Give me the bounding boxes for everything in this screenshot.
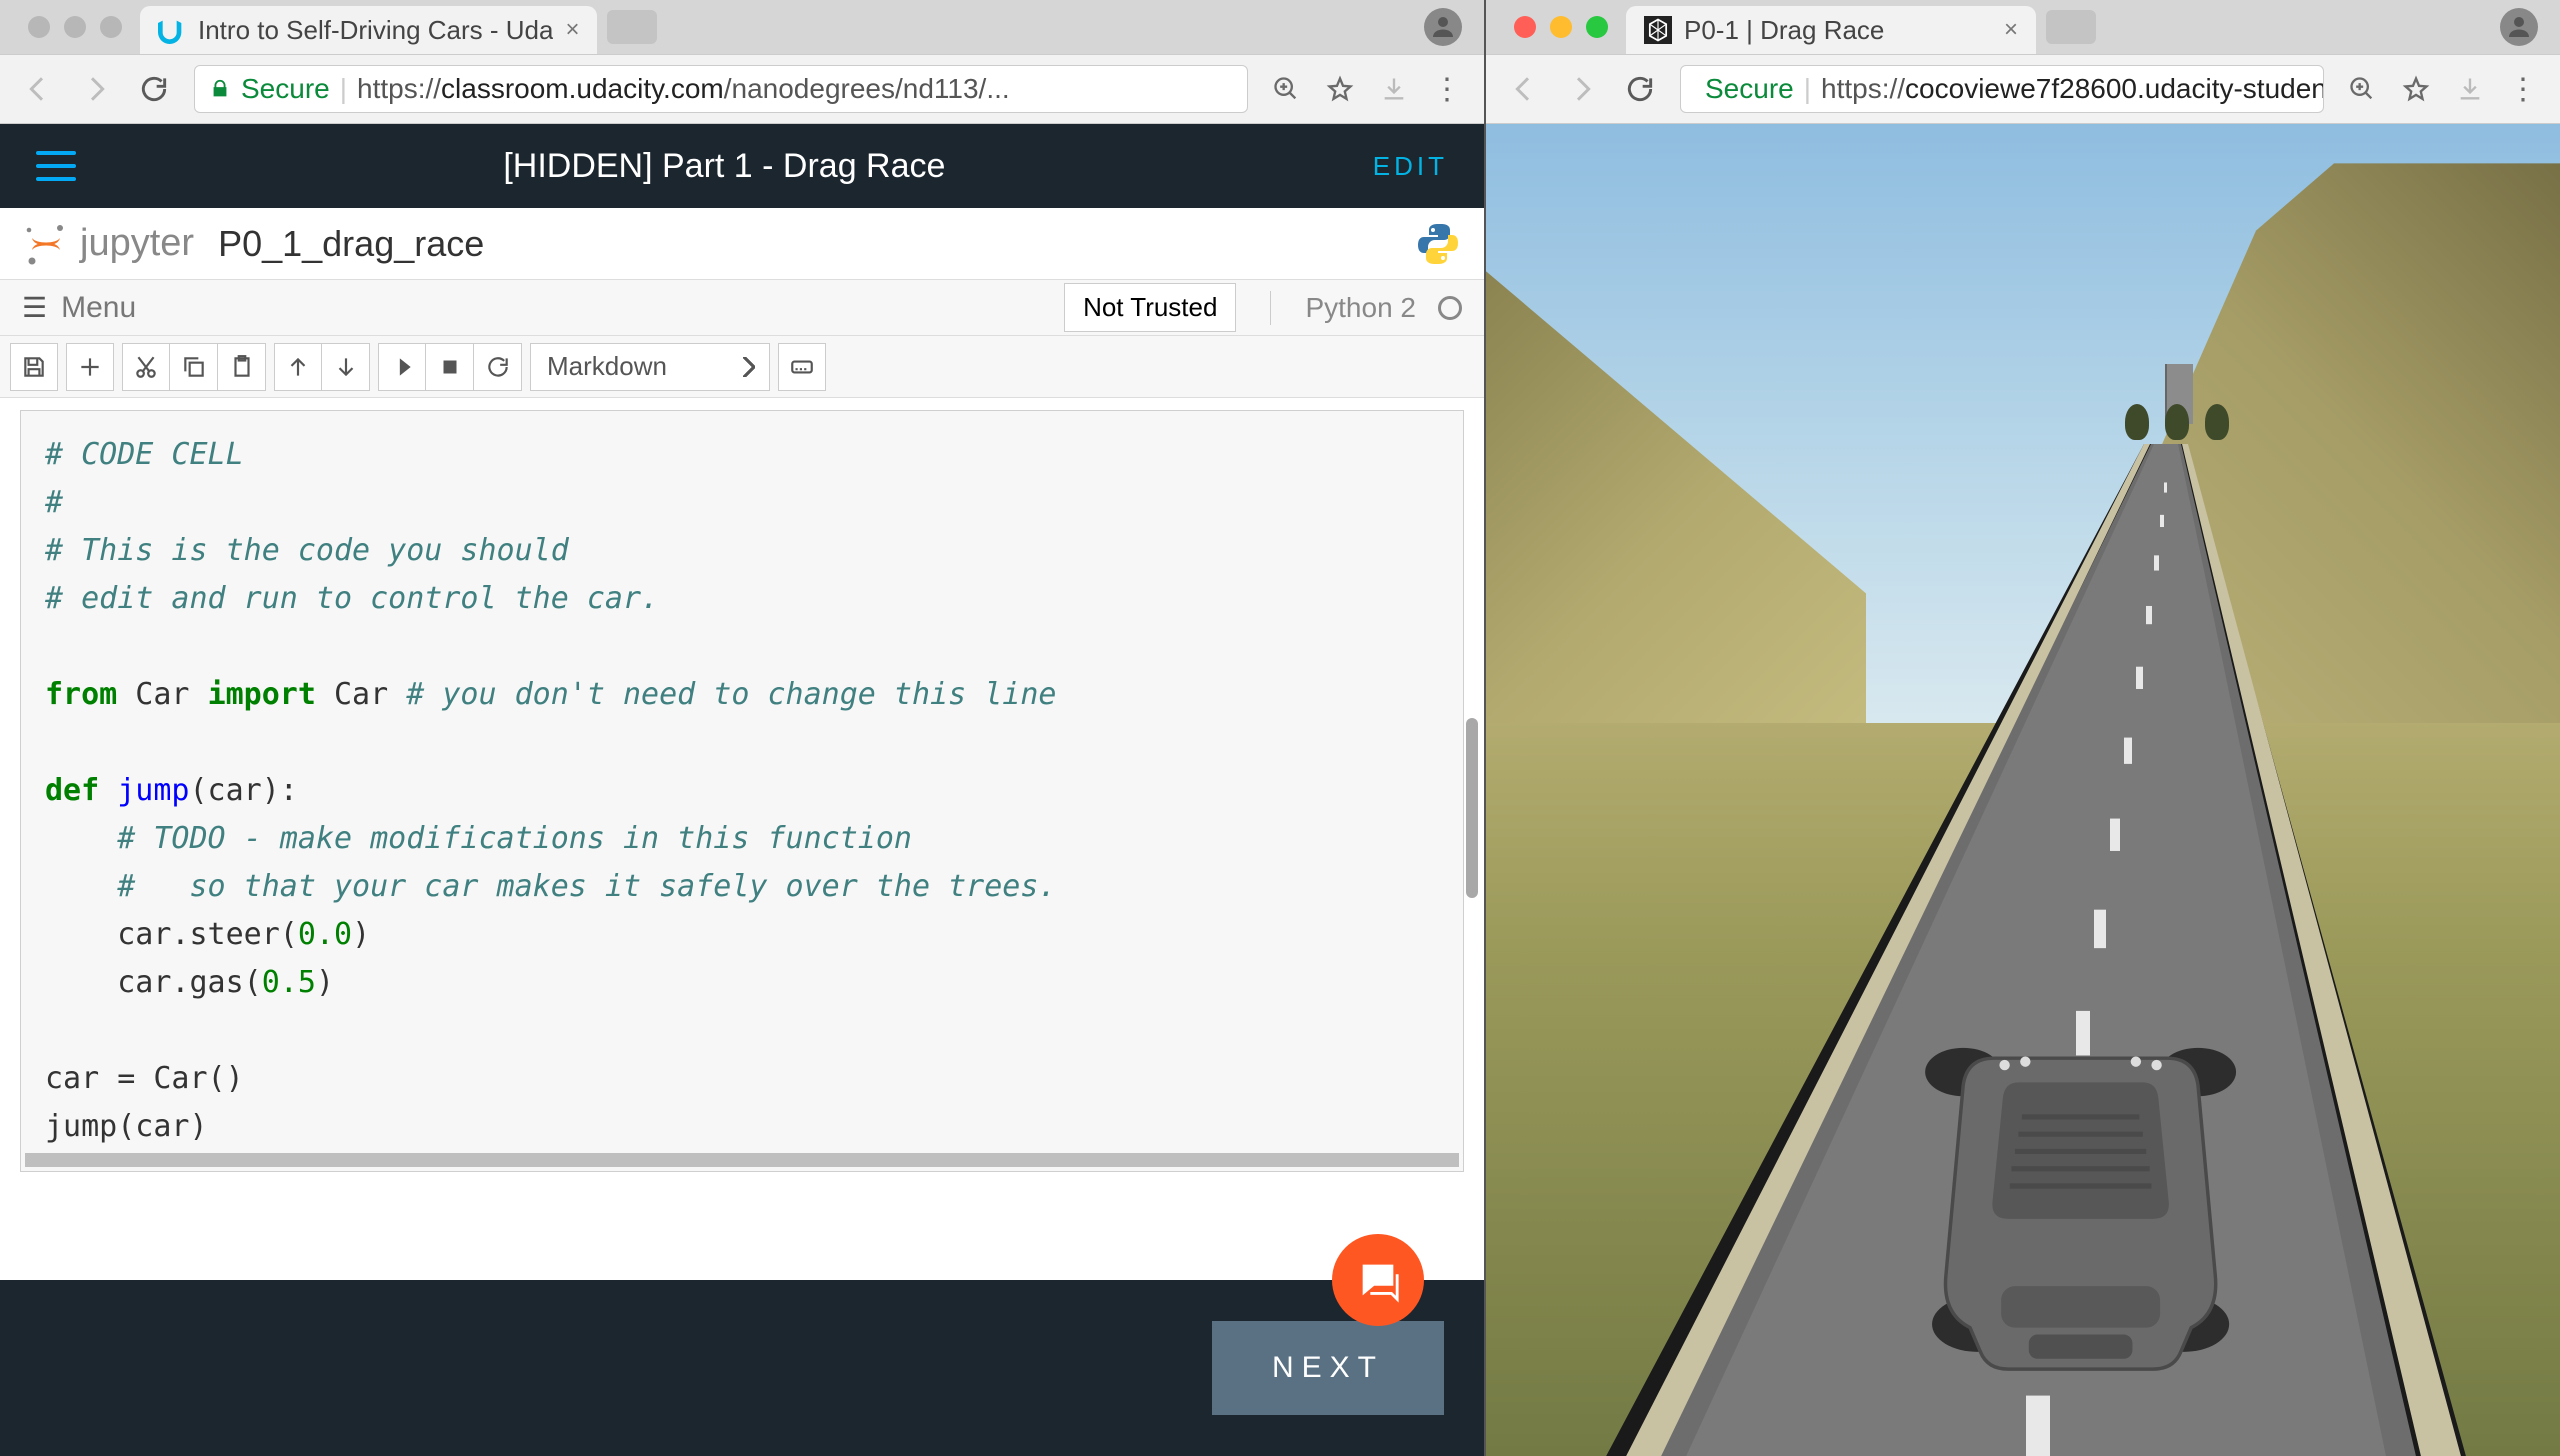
address-bar: Secure | https://cocoviewe7f28600.udacit… xyxy=(1486,54,2560,124)
left-browser-window: Intro to Self-Driving Cars - Uda × Secur… xyxy=(0,0,1486,1456)
copy-button[interactable] xyxy=(170,343,218,391)
command-palette-button[interactable] xyxy=(778,343,826,391)
restart-button[interactable] xyxy=(474,343,522,391)
tab-strip: P0-1 | Drag Race × xyxy=(1486,0,2560,54)
udacity-footer: NEXT xyxy=(0,1280,1484,1456)
player-car xyxy=(1901,996,2261,1376)
url-text: https://cocoviewe7f28600.udacity-student… xyxy=(1821,73,2324,105)
browser-tab-active[interactable]: Intro to Self-Driving Cars - Uda × xyxy=(140,6,597,54)
back-button[interactable] xyxy=(20,71,56,107)
notebook-name[interactable]: P0_1_drag_race xyxy=(218,223,484,265)
window-minimize[interactable] xyxy=(1550,16,1572,38)
right-browser-window: P0-1 | Drag Race × Secure | https://coco… xyxy=(1486,0,2560,1456)
window-maximize[interactable] xyxy=(1586,16,1608,38)
trust-button[interactable]: Not Trusted xyxy=(1064,283,1236,332)
browser-menu-icon[interactable]: ⋮ xyxy=(1432,72,1464,107)
cell-type-select[interactable]: Markdown xyxy=(530,343,770,391)
window-close[interactable] xyxy=(1514,16,1536,38)
window-controls xyxy=(10,16,140,38)
reload-button[interactable] xyxy=(136,71,172,107)
udacity-favicon-icon xyxy=(158,16,186,44)
simulator-viewport[interactable] xyxy=(1486,124,2560,1456)
browser-tab-active[interactable]: P0-1 | Drag Race × xyxy=(1626,6,2036,54)
forward-button[interactable] xyxy=(78,71,114,107)
zoom-icon[interactable] xyxy=(2346,73,2378,105)
download-icon[interactable] xyxy=(1378,73,1410,105)
kernel-status-icon xyxy=(1438,296,1462,320)
stop-button[interactable] xyxy=(426,343,474,391)
tab-title: P0-1 | Drag Race xyxy=(1684,15,1992,46)
move-down-button[interactable] xyxy=(322,343,370,391)
run-button[interactable] xyxy=(378,343,426,391)
address-bar: Secure | https://classroom.udacity.com/n… xyxy=(0,54,1484,124)
code-cell[interactable]: # CODE CELL # # This is the code you sho… xyxy=(20,410,1464,1172)
jupyter-logo-text: jupyter xyxy=(80,222,194,265)
back-button[interactable] xyxy=(1506,71,1542,107)
new-tab-button[interactable] xyxy=(2046,10,2096,44)
next-button[interactable]: NEXT xyxy=(1212,1321,1444,1415)
profile-avatar-icon[interactable] xyxy=(1424,8,1462,46)
profile-avatar-icon[interactable] xyxy=(2500,8,2538,46)
url-bar[interactable]: Secure | https://cocoviewe7f28600.udacit… xyxy=(1680,65,2324,113)
save-button[interactable] xyxy=(10,343,58,391)
menu-label[interactable]: Menu xyxy=(61,291,136,325)
unity-favicon-icon xyxy=(1644,16,1672,44)
menu-icon[interactable]: ☰ xyxy=(22,291,47,324)
new-tab-button[interactable] xyxy=(607,10,657,44)
lesson-title: [HIDDEN] Part 1 - Drag Race xyxy=(106,147,1343,186)
window-close[interactable] xyxy=(28,16,50,38)
jupyter-header: jupyter P0_1_drag_race xyxy=(0,208,1484,280)
move-up-button[interactable] xyxy=(274,343,322,391)
jupyter-menu-bar: ☰ Menu Not Trusted Python 2 xyxy=(0,280,1484,336)
window-maximize[interactable] xyxy=(100,16,122,38)
paste-button[interactable] xyxy=(218,343,266,391)
reload-button[interactable] xyxy=(1622,71,1658,107)
jupyter-toolbar: Markdown xyxy=(0,336,1484,398)
kernel-name: Python 2 xyxy=(1305,292,1416,324)
chat-icon xyxy=(1355,1257,1401,1303)
cut-button[interactable] xyxy=(122,343,170,391)
window-minimize[interactable] xyxy=(64,16,86,38)
download-icon[interactable] xyxy=(2454,73,2486,105)
hamburger-menu-icon[interactable] xyxy=(36,151,76,181)
window-controls xyxy=(1496,16,1626,38)
tab-strip: Intro to Self-Driving Cars - Uda × xyxy=(0,0,1484,54)
add-cell-button[interactable] xyxy=(66,343,114,391)
bookmark-star-icon[interactable] xyxy=(1324,73,1356,105)
tab-close-icon[interactable]: × xyxy=(2004,16,2018,44)
zoom-icon[interactable] xyxy=(1270,73,1302,105)
edit-link[interactable]: EDIT xyxy=(1373,151,1448,182)
cell-type-value: Markdown xyxy=(547,351,667,382)
scrollbar-thumb[interactable] xyxy=(1466,718,1478,898)
forward-button[interactable] xyxy=(1564,71,1600,107)
trees xyxy=(2117,404,2237,444)
jupyter-logo[interactable]: jupyter xyxy=(22,220,194,268)
bookmark-star-icon[interactable] xyxy=(2400,73,2432,105)
secure-label: Secure xyxy=(241,73,330,105)
udacity-header: [HIDDEN] Part 1 - Drag Race EDIT xyxy=(0,124,1484,208)
url-text: https://classroom.udacity.com/nanodegree… xyxy=(357,73,1010,105)
chat-fab[interactable] xyxy=(1332,1234,1424,1326)
url-bar[interactable]: Secure | https://classroom.udacity.com/n… xyxy=(194,65,1248,113)
secure-label: Secure xyxy=(1705,73,1794,105)
notebook-area: # CODE CELL # # This is the code you sho… xyxy=(0,398,1484,1280)
jupyter-logo-icon xyxy=(22,220,70,268)
python-logo-icon xyxy=(1414,220,1462,268)
tab-close-icon[interactable]: × xyxy=(565,16,579,44)
lock-icon xyxy=(209,78,231,100)
tab-title: Intro to Self-Driving Cars - Uda xyxy=(198,15,553,46)
browser-menu-icon[interactable]: ⋮ xyxy=(2508,72,2540,107)
